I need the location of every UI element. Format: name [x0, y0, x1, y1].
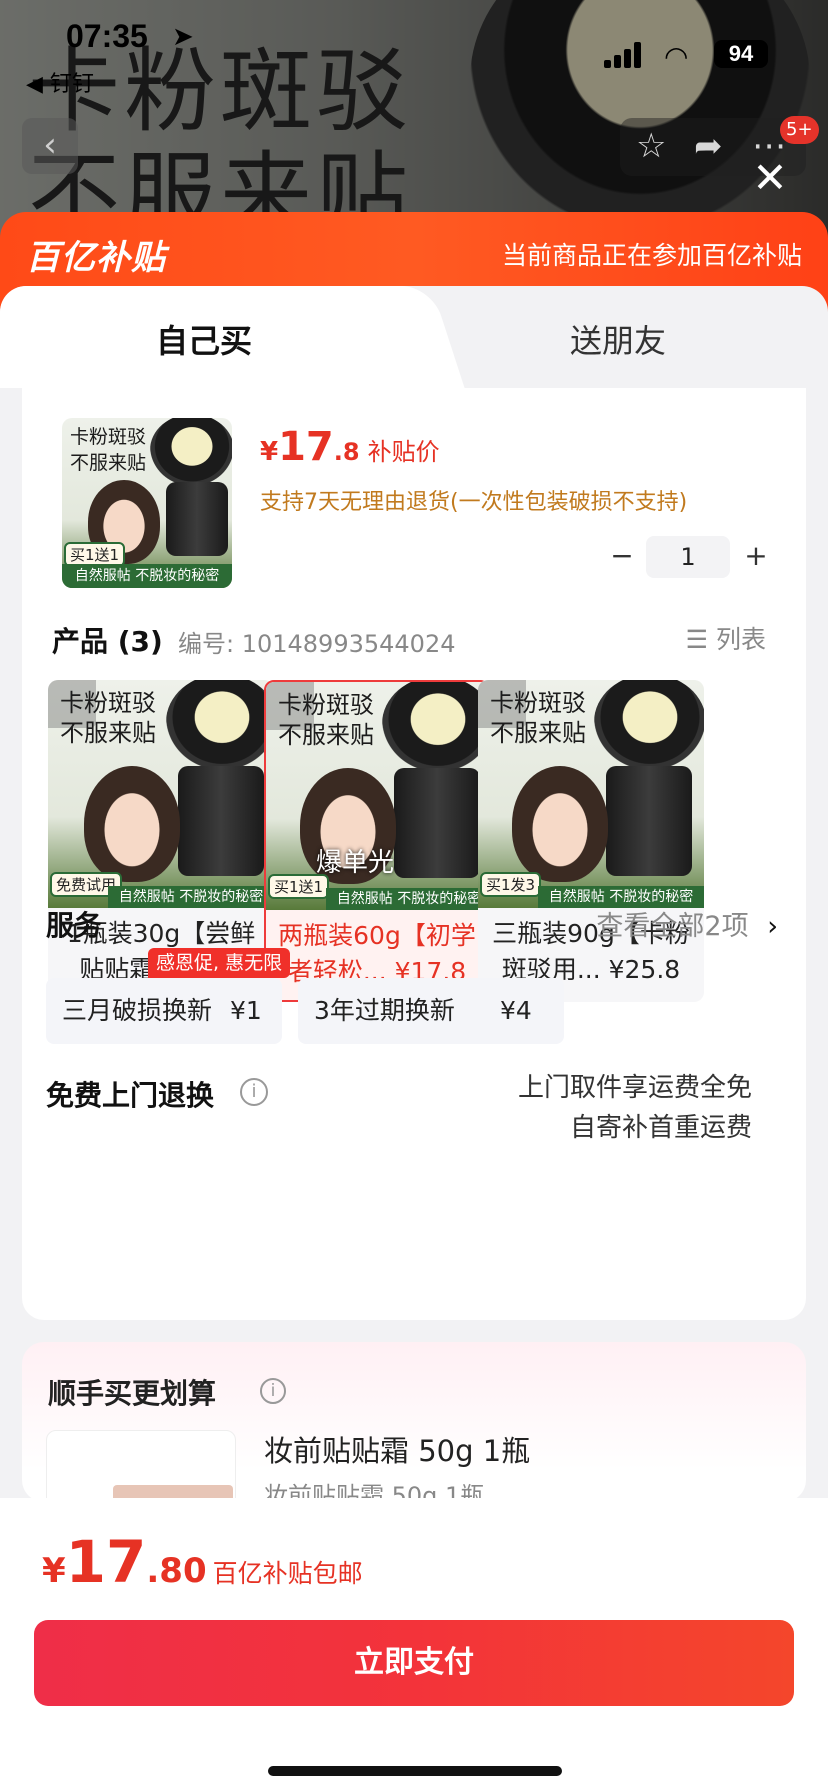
- variant-model-image: [512, 766, 608, 882]
- variant-model-image: [84, 766, 180, 882]
- products-title: 产品 (3): [52, 625, 163, 658]
- tab-label: 送朋友: [570, 322, 667, 360]
- list-view-toggle[interactable]: ☰ 列表: [686, 620, 766, 656]
- total-price-integer: 17: [65, 1528, 147, 1596]
- service-title: 服务: [46, 909, 103, 942]
- free-return-title: 免费上门退换: [46, 1079, 215, 1112]
- home-indicator[interactable]: [268, 1766, 562, 1776]
- product-code: 编号: 10148993544024: [178, 630, 456, 658]
- addon-thumbnail[interactable]: [46, 1430, 236, 1502]
- total-price-symbol: ¥: [42, 1551, 66, 1591]
- location-arrow-icon: ➤: [172, 22, 194, 52]
- total-price-decimal: .80: [146, 1551, 207, 1591]
- subsidy-notice: 当前商品正在参加百亿补贴: [501, 241, 802, 270]
- variant-strip: 自然服帖 不脱妆的秘密: [326, 888, 488, 910]
- list-toggle-label: 列表: [715, 625, 766, 654]
- variant-option-3[interactable]: 卡粉斑驳 不服来贴 买1发3 自然服帖 不脱妆的秘密 三瓶装90g【卡粉斑驳用.…: [478, 680, 704, 1002]
- addon-card: 顺手买更划算 i 妆前贴贴霜 50g 1瓶 妆前贴贴霜 50g 1瓶: [22, 1342, 806, 1502]
- thumb-strip: 自然服帖 不脱妆的秘密: [62, 564, 232, 588]
- chevron-right-icon: ›: [767, 911, 778, 942]
- variant-jar-body: [178, 766, 264, 876]
- variant-image: 卡粉斑驳 不服来贴 免费试用 自然服帖 不脱妆的秘密: [48, 680, 274, 908]
- price-symbol: ¥: [260, 437, 279, 467]
- battery-indicator: 94: [714, 40, 768, 68]
- signal-icon: [604, 42, 644, 68]
- thumb-image-title: 卡粉斑驳 不服来贴: [70, 426, 147, 474]
- back-to-app-link[interactable]: ◀ 钉钉: [26, 66, 94, 98]
- service-chip-label: 3年过期换新: [314, 996, 455, 1025]
- list-icon: ☰: [685, 625, 709, 654]
- info-icon[interactable]: i: [240, 1078, 268, 1106]
- decrease-quantity-button[interactable]: −: [604, 536, 640, 578]
- increase-quantity-button[interactable]: +: [738, 536, 774, 578]
- variant-jar-image: [166, 680, 274, 770]
- free-return-line-2: 自寄补首重运费: [569, 1113, 752, 1143]
- variant-image-title: 卡粉斑驳 不服来贴: [490, 689, 586, 747]
- close-icon[interactable]: ✕: [748, 156, 792, 200]
- share-icon[interactable]: ➦: [694, 126, 723, 166]
- promo-badge: 感恩促, 惠无限: [148, 948, 291, 978]
- variant-image: 卡粉斑驳 不服来贴 买1发3 自然服帖 不脱妆的秘密: [478, 680, 704, 908]
- service-chip-price: ¥1: [230, 996, 262, 1025]
- back-icon[interactable]: ‹: [22, 118, 78, 174]
- variant-badge: 买1发3: [480, 872, 542, 897]
- service-chip-expiry[interactable]: 3年过期换新 ¥4: [298, 978, 564, 1044]
- products-header: 产品 (3) 编号: 10148993544024: [52, 620, 456, 660]
- view-all-label: 查看全部2项: [596, 911, 749, 942]
- price-integer: 17: [278, 424, 334, 470]
- service-chip-price: ¥4: [500, 996, 532, 1025]
- variant-image: 卡粉斑驳 不服来贴 买1送1 自然服帖 不脱妆的秘密 爆单光: [266, 682, 488, 910]
- variant-image-title: 卡粉斑驳 不服来贴: [60, 689, 156, 747]
- star-icon[interactable]: ☆: [636, 126, 666, 166]
- addon-title: 顺手买更划算: [48, 1377, 217, 1410]
- quantity-input[interactable]: 1: [646, 536, 730, 578]
- checkout-bar: ¥17.80 百亿补贴包邮 立即支付: [0, 1498, 828, 1792]
- free-return-details: 上门取件享运费全免 自寄补首重运费: [518, 1068, 752, 1148]
- variant-jar-image: [594, 680, 704, 770]
- status-time: 07:35: [66, 18, 148, 54]
- view-all-services-link[interactable]: 查看全部2项 ›: [596, 904, 778, 943]
- price-tag: 补贴价: [367, 438, 440, 466]
- notification-badge: 5+: [780, 116, 819, 144]
- info-icon[interactable]: i: [260, 1378, 286, 1404]
- tab-buy-for-self[interactable]: 自己买: [0, 286, 420, 388]
- service-chip-label: 三月破损换新: [62, 996, 213, 1025]
- variant-jar-image: [382, 682, 488, 772]
- addon-item-name[interactable]: 妆前贴贴霜 50g 1瓶: [264, 1428, 530, 1470]
- product-thumbnail[interactable]: 卡粉斑驳 不服来贴 买1送1 自然服帖 不脱妆的秘密: [62, 418, 232, 588]
- price-decimal: .8: [333, 438, 360, 466]
- quantity-stepper: − 1 +: [604, 536, 784, 578]
- purchase-tabs: 自己买 送朋友: [0, 286, 828, 388]
- variant-jar-body: [394, 768, 480, 878]
- thumb-jar-image: [150, 418, 232, 486]
- brand-logo: 百亿补贴: [26, 238, 166, 278]
- service-chip-breakage[interactable]: 三月破损换新 ¥1: [46, 978, 282, 1044]
- product-price: ¥17.8 补贴价: [260, 424, 440, 470]
- thumb-jar-body: [166, 482, 228, 556]
- variant-option-2[interactable]: 卡粉斑驳 不服来贴 买1送1 自然服帖 不脱妆的秘密 爆单光 两瓶装60g【初学…: [264, 680, 490, 1002]
- total-price: ¥17.80 百亿补贴包邮: [42, 1528, 363, 1596]
- hot-sale-label: 爆单光: [316, 848, 395, 878]
- wifi-icon: ◠: [664, 40, 689, 73]
- pay-now-button[interactable]: 立即支付: [34, 1620, 794, 1706]
- order-card: 卡粉斑驳 不服来贴 买1送1 自然服帖 不脱妆的秘密 ¥17.8 补贴价 支持7天…: [22, 388, 806, 1320]
- status-bar: 07:35 ➤ ◀ 钉钉 ◠ 94: [0, 0, 828, 97]
- variant-jar-body: [606, 766, 692, 876]
- tab-send-to-friend[interactable]: 送朋友: [420, 286, 828, 388]
- return-policy-note: 支持7天无理由退货(一次性包装破损不支持): [260, 490, 688, 515]
- variant-image-title: 卡粉斑驳 不服来贴: [278, 691, 374, 749]
- free-return-line-1: 上门取件享运费全免: [517, 1073, 752, 1103]
- free-shipping-note: 百亿补贴包邮: [212, 1559, 363, 1588]
- tab-label: 自己买: [156, 322, 253, 360]
- variant-strip: 自然服帖 不脱妆的秘密: [108, 886, 274, 908]
